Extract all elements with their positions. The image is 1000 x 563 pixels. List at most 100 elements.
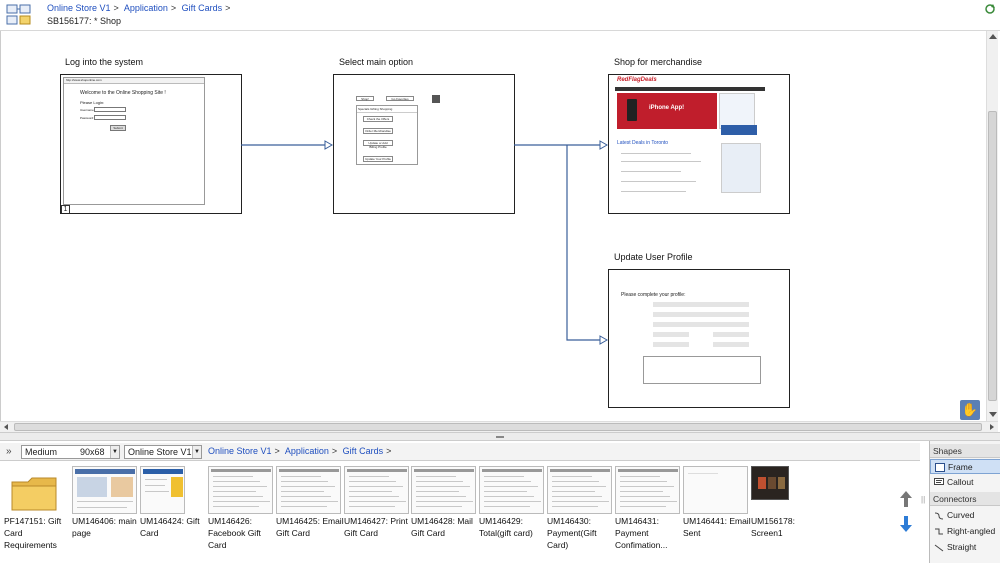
thumbnail-size-select[interactable]: Medium 90x68 ▼ xyxy=(21,445,120,459)
palette-callout[interactable]: Callout xyxy=(930,475,1000,490)
collapse-chevron-icon[interactable]: » xyxy=(6,446,12,457)
size-select-value: Medium xyxy=(25,447,58,457)
palette-straight[interactable]: Straight xyxy=(930,540,1000,555)
thumbnail-item[interactable]: UM146441: Email Sent xyxy=(683,463,751,558)
horizontal-scrollbar[interactable] xyxy=(0,421,998,432)
thumbnail-item[interactable]: UM146428: Mail Gift Card xyxy=(411,463,477,558)
storyboard-icon xyxy=(6,4,31,25)
thumbnail-id: UM146431: xyxy=(615,516,659,526)
opt-item: Update or Add Billing Profile xyxy=(363,140,393,149)
login-username-label: Username: xyxy=(80,108,95,112)
thumbnail-image xyxy=(615,466,680,514)
frame-shop[interactable]: RedFlagDeals iPhone App! Latest Deals in… xyxy=(608,74,790,214)
breadcrumb-sep: > xyxy=(170,3,177,13)
thumbnail-label: UM146430: Payment(Gift Card) xyxy=(547,515,615,551)
shop-promo: iPhone App! xyxy=(649,105,685,111)
thumbnail-id: PF147151: xyxy=(4,516,46,526)
straight-connector-icon xyxy=(934,544,944,552)
thumbnail-label: UM146425: Email Gift Card xyxy=(276,515,344,539)
thumbnail-item[interactable]: PF147151: Gift Card Requirements xyxy=(4,463,70,558)
breadcrumb-sep: > xyxy=(331,446,338,456)
frame-select-option[interactable]: Shop! Go Favorites Specials Gifting Shop… xyxy=(333,74,515,214)
thumbnail-item[interactable]: UM146406: main page xyxy=(72,463,138,558)
curved-connector-icon xyxy=(934,512,944,520)
scroll-left-icon[interactable] xyxy=(4,424,8,430)
strip-breadcrumb-gift-cards[interactable]: Gift Cards xyxy=(343,446,384,456)
vertical-scrollbar[interactable] xyxy=(986,31,998,421)
thumbnail-image xyxy=(344,466,409,514)
panel-splitter[interactable] xyxy=(0,432,1000,441)
breadcrumb-application[interactable]: Application xyxy=(124,3,168,13)
thumbnail-item[interactable]: UM146430: Payment(Gift Card) xyxy=(547,463,613,558)
palette-item-label: Straight xyxy=(947,542,977,552)
thumbnail-item[interactable]: UM156178: Screen1 xyxy=(751,463,817,558)
palette-frame[interactable]: Frame xyxy=(930,459,1000,474)
dropdown-arrow-icon: ▼ xyxy=(192,446,201,458)
thumbnail-item[interactable]: UM146429: Total(gift card) xyxy=(479,463,545,558)
thumbnail-image xyxy=(547,466,612,514)
thumbnail-id: UM146428: xyxy=(411,516,455,526)
thumbnail-id: UM146406: xyxy=(72,516,116,526)
palette-grip-icon[interactable]: || xyxy=(921,495,925,504)
thumbnail-id: UM146426: xyxy=(208,516,252,526)
thumbnail-item[interactable]: UM146424: Gift Card xyxy=(140,463,206,558)
palette-curved[interactable]: Curved xyxy=(930,508,1000,523)
login-submit: Submit xyxy=(110,125,126,131)
scroll-down-icon[interactable] xyxy=(989,412,997,417)
shapes-palette: Shapes Frame Callout Connectors Curved R… xyxy=(929,441,1000,563)
opt-item: Check the Offers xyxy=(363,116,393,122)
node-title-profile: Update User Profile xyxy=(614,252,693,262)
thumbnail-strip: PF147151: Gift Card Requirements UM146406… xyxy=(0,463,895,563)
breadcrumb-sep: > xyxy=(274,446,280,456)
frame-profile[interactable]: Please complete your profile: xyxy=(608,269,790,408)
storyboard-canvas[interactable]: Log into the system http://www.shoponlin… xyxy=(0,31,995,421)
thumbnail-item[interactable]: UM146427: Print Gift Card xyxy=(344,463,410,558)
thumbnail-label: UM156178: Screen1 xyxy=(751,515,819,539)
strip-breadcrumb-project[interactable]: Online Store V1 xyxy=(208,446,272,456)
thumbnail-id: UM146424: xyxy=(140,516,184,526)
thumbnail-image xyxy=(479,466,544,514)
breadcrumb-project[interactable]: Online Store V1 xyxy=(47,3,111,13)
thumbnail-item[interactable]: UM146425: Email Gift Card xyxy=(276,463,344,558)
size-select-dims: 90x68 xyxy=(80,447,105,457)
pan-hand-icon[interactable]: ✋ xyxy=(960,400,980,420)
profile-heading: Please complete your profile: xyxy=(621,292,686,298)
right-angled-connector-icon xyxy=(935,528,943,535)
thumbnail-name: Facebook Gift Card xyxy=(208,528,261,550)
project-select[interactable]: Online Store V1 ▼ xyxy=(124,445,202,459)
thumbnail-item[interactable]: UM146431: Payment Confimation... xyxy=(615,463,681,558)
thumbnail-name: Payment(Gift Card) xyxy=(547,528,597,550)
thumbnail-label: UM146427: Print Gift Card xyxy=(344,515,412,539)
project-select-value: Online Store V1 xyxy=(128,447,192,457)
horizontal-scroll-thumb[interactable] xyxy=(14,423,982,431)
thumbnail-id: UM146429: xyxy=(479,516,523,526)
dropdown-arrow-icon: ▼ xyxy=(110,446,119,458)
refresh-icon[interactable] xyxy=(984,3,996,15)
vertical-scroll-thumb[interactable] xyxy=(988,111,997,401)
breadcrumb-gift-cards[interactable]: Gift Cards xyxy=(182,3,223,13)
shop-section: Latest Deals in Toronto xyxy=(617,140,669,146)
splitter-grip-icon[interactable] xyxy=(496,436,504,438)
thumbnail-id: UM156178: xyxy=(751,516,795,526)
scroll-up-icon[interactable] xyxy=(989,34,997,39)
frame-login[interactable]: http://www.shoponline.com Welcome to the… xyxy=(60,74,242,214)
thumbnail-id: UM146427: xyxy=(344,516,388,526)
thumbnail-id: UM146430: xyxy=(547,516,591,526)
thumbnail-label: UM146424: Gift Card xyxy=(140,515,208,539)
thumbnail-image xyxy=(751,466,789,500)
node-title-select-option: Select main option xyxy=(339,57,414,67)
palette-right-angled[interactable]: Right-angled xyxy=(930,524,1000,539)
scroll-right-icon[interactable] xyxy=(990,424,994,430)
strip-breadcrumb-application[interactable]: Application xyxy=(285,446,329,456)
opt-shop: Shop! xyxy=(356,96,374,101)
header-bar: Online Store V1 > Application > Gift Cards… xyxy=(0,0,1000,31)
thumbnail-item[interactable]: UM146426: Facebook Gift Card xyxy=(208,463,274,558)
move-down-arrow-icon[interactable] xyxy=(899,515,913,533)
breadcrumb-sep: > xyxy=(386,446,392,456)
opt-favorites: Go Favorites xyxy=(386,96,414,101)
palette-item-label: Frame xyxy=(948,462,973,472)
move-up-arrow-icon[interactable] xyxy=(899,490,913,508)
storyboard-app: Online Store V1 > Application > Gift Cards… xyxy=(0,0,1000,563)
palette-item-label: Right-angled xyxy=(947,526,996,536)
opt-item: Order Merchandise xyxy=(363,128,393,134)
